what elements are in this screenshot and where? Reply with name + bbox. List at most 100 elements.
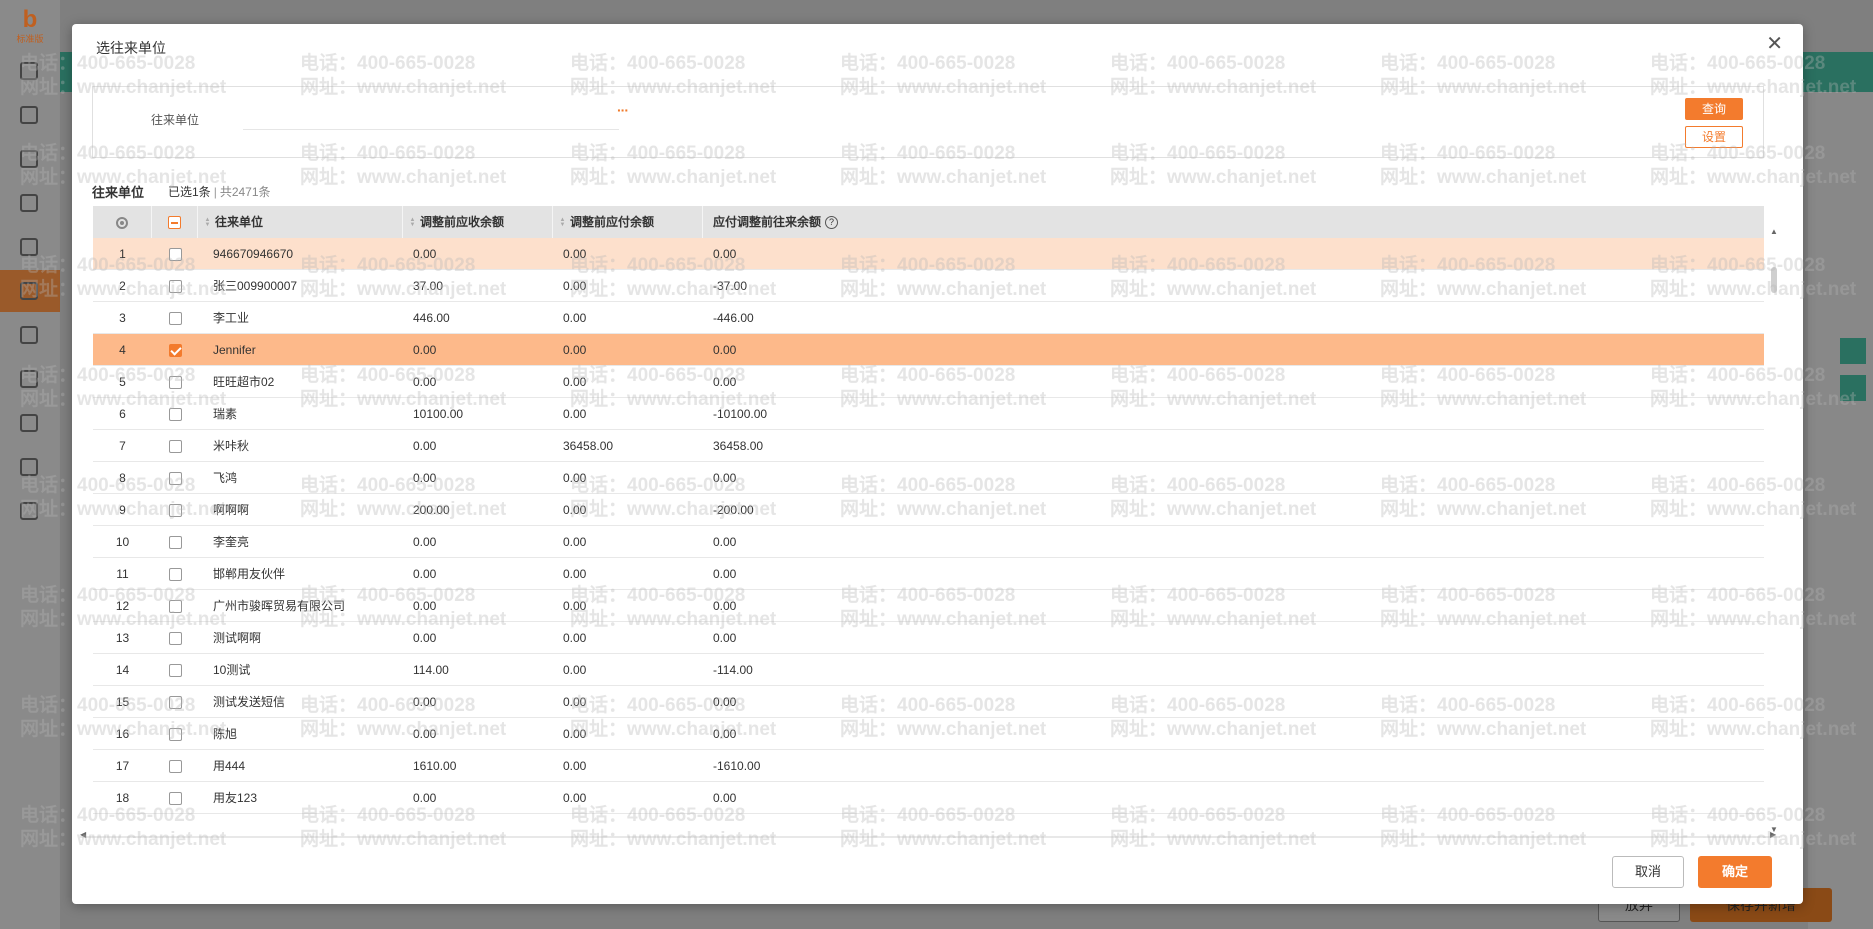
table-row[interactable]: 5 旺旺超市02 0.00 0.00 0.00: [93, 366, 1764, 398]
balance-cell: -10100.00: [713, 407, 768, 421]
column-settings-header[interactable]: [93, 206, 152, 238]
row-checkbox[interactable]: [168, 344, 182, 358]
row-checkbox-cell[interactable]: [152, 302, 198, 333]
table-row[interactable]: 6 瑞素 10100.00 0.00 -10100.00: [93, 398, 1764, 430]
scroll-left-icon[interactable]: ◀: [80, 830, 86, 839]
more-options-icon[interactable]: ···: [617, 102, 629, 118]
row-checkbox-cell[interactable]: [152, 622, 198, 653]
table-row[interactable]: 9 啊啊啊 200.00 0.00 -200.00: [93, 494, 1764, 526]
table-row[interactable]: 18 用友123 0.00 0.00 0.00: [93, 782, 1764, 814]
scrollbar-thumb[interactable]: [1771, 267, 1777, 293]
row-checkbox-cell[interactable]: [152, 590, 198, 621]
help-icon[interactable]: ?: [825, 216, 839, 230]
column-header-name[interactable]: ▲ ▼ 往来单位: [198, 206, 403, 238]
gear-icon[interactable]: [20, 150, 38, 168]
payable-cell: 0.00: [563, 567, 587, 581]
row-checkbox[interactable]: [168, 728, 182, 742]
row-checkbox[interactable]: [168, 376, 182, 390]
table-row[interactable]: 7 米咔秋 0.00 36458.00 36458.00: [93, 430, 1764, 462]
balance-cell: 0.00: [713, 247, 737, 261]
row-checkbox[interactable]: [168, 632, 182, 646]
row-number: 6: [119, 407, 126, 421]
table-row[interactable]: 3 李工业 446.00 0.00 -446.00: [93, 302, 1764, 334]
row-checkbox[interactable]: [168, 696, 182, 710]
row-checkbox[interactable]: [168, 248, 182, 262]
row-checkbox-cell[interactable]: [152, 686, 198, 717]
row-checkbox[interactable]: [168, 536, 182, 550]
row-checkbox-cell[interactable]: [152, 366, 198, 397]
close-icon[interactable]: ✕: [1766, 34, 1783, 54]
cancel-button[interactable]: 取消: [1612, 856, 1684, 888]
receivable-cell: 0.00: [413, 791, 437, 805]
row-checkbox-cell[interactable]: [152, 462, 198, 493]
row-checkbox-cell[interactable]: [152, 654, 198, 685]
row-checkbox[interactable]: [168, 440, 182, 454]
document-icon[interactable]: [20, 458, 38, 476]
clipboard-icon[interactable]: [20, 326, 38, 344]
column-header-balance[interactable]: 应付调整前往来余额?: [703, 206, 1764, 238]
money-bag-icon[interactable]: [20, 282, 38, 300]
row-checkbox[interactable]: [168, 568, 182, 582]
row-checkbox-cell[interactable]: [152, 398, 198, 429]
row-checkbox[interactable]: [168, 472, 182, 486]
sort-icon[interactable]: ▲ ▼: [559, 217, 566, 228]
table-row[interactable]: 2 张三009900007 37.00 0.00 -37.00: [93, 270, 1764, 302]
expand-icon[interactable]: [1840, 375, 1866, 401]
sort-icon[interactable]: ▲ ▼: [204, 217, 211, 228]
settings-button[interactable]: 设置: [1685, 126, 1743, 148]
table-row[interactable]: 17 用444 1610.00 0.00 -1610.00: [93, 750, 1764, 782]
query-button[interactable]: 查询: [1685, 98, 1743, 120]
row-checkbox-cell[interactable]: [152, 238, 198, 269]
row-checkbox-cell[interactable]: [152, 334, 198, 365]
table-row[interactable]: 13 测试啊啊 0.00 0.00 0.00: [93, 622, 1764, 654]
partner-filter-input[interactable]: [243, 105, 619, 130]
row-checkbox-cell[interactable]: [152, 270, 198, 301]
row-checkbox-cell[interactable]: [152, 526, 198, 557]
table-row[interactable]: 14 10测试 114.00 0.00 -114.00: [93, 654, 1764, 686]
table-row[interactable]: 11 邯郸用友伙伴 0.00 0.00 0.00: [93, 558, 1764, 590]
link-icon[interactable]: [1840, 338, 1866, 364]
vertical-scrollbar[interactable]: ▲ ▼: [1770, 227, 1778, 834]
row-checkbox[interactable]: [168, 600, 182, 614]
table-row[interactable]: 8 飞鸿 0.00 0.00 0.00: [93, 462, 1764, 494]
table-row[interactable]: 16 陈旭 0.00 0.00 0.00: [93, 718, 1764, 750]
row-checkbox-cell[interactable]: [152, 494, 198, 525]
refresh-icon[interactable]: [20, 414, 38, 432]
scroll-right-icon[interactable]: ▶: [1770, 830, 1776, 839]
select-all-header[interactable]: [152, 206, 198, 238]
column-header-payable[interactable]: ▲ ▼ 调整前应付余额: [553, 206, 703, 238]
row-checkbox-cell[interactable]: [152, 782, 198, 813]
row-checkbox[interactable]: [168, 792, 182, 806]
row-checkbox-cell[interactable]: [152, 718, 198, 749]
gear-icon[interactable]: [116, 216, 128, 229]
chat-icon[interactable]: [20, 502, 38, 520]
table-row[interactable]: 4 Jennifer 0.00 0.00 0.00: [93, 334, 1764, 366]
box-icon[interactable]: [20, 194, 38, 212]
table-row[interactable]: 10 李奎亮 0.00 0.00 0.00: [93, 526, 1764, 558]
calendar-icon[interactable]: [20, 106, 38, 124]
receivable-cell: 446.00: [413, 311, 450, 325]
row-checkbox-cell[interactable]: [152, 558, 198, 589]
table-row[interactable]: 12 广州市骏晖贸易有限公司 0.00 0.00 0.00: [93, 590, 1764, 622]
receivable-cell: 0.00: [413, 439, 437, 453]
sort-icon[interactable]: ▲ ▼: [409, 217, 416, 228]
row-checkbox-cell[interactable]: [152, 430, 198, 461]
row-checkbox[interactable]: [168, 280, 182, 294]
confirm-button[interactable]: 确定: [1698, 856, 1772, 888]
partner-name-cell: Jennifer: [213, 343, 256, 357]
home-icon[interactable]: [20, 62, 38, 80]
table-row[interactable]: 1 946670946670 0.00 0.00 0.00: [93, 238, 1764, 270]
warehouse-icon[interactable]: [20, 238, 38, 256]
column-header-receivable[interactable]: ▲ ▼ 调整前应收余额: [403, 206, 553, 238]
row-checkbox[interactable]: [168, 504, 182, 518]
report-icon[interactable]: [20, 370, 38, 388]
table-row[interactable]: 15 测试发送短信 0.00 0.00 0.00: [93, 686, 1764, 718]
row-checkbox-cell[interactable]: [152, 750, 198, 781]
horizontal-scrollbar[interactable]: ◀ ▶: [80, 830, 1780, 844]
row-checkbox[interactable]: [168, 760, 182, 774]
row-checkbox[interactable]: [168, 312, 182, 326]
scroll-up-icon[interactable]: ▲: [1770, 227, 1778, 236]
row-checkbox[interactable]: [168, 664, 182, 678]
select-all-checkbox[interactable]: [168, 216, 181, 230]
row-checkbox[interactable]: [168, 408, 182, 422]
